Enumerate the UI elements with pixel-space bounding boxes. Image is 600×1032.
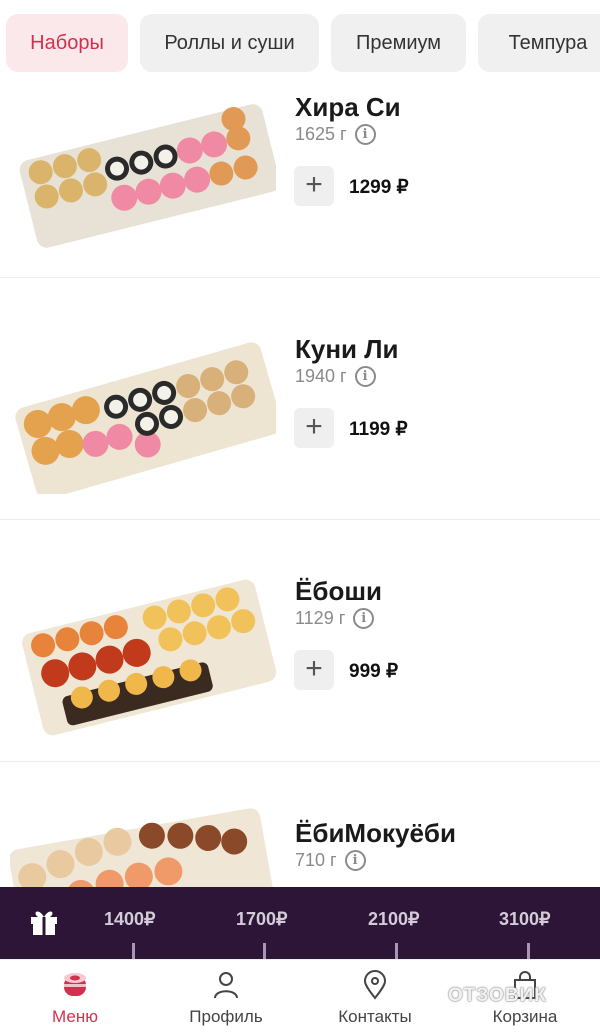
info-icon[interactable]: i — [353, 608, 375, 629]
tab-sets[interactable]: Наборы — [6, 14, 128, 72]
bonus-tick — [395, 943, 398, 959]
info-icon[interactable]: i — [344, 850, 366, 871]
product-list: Хира Си 1625 г i + 1299 ₽ Куни Ли 1940 г… — [0, 36, 600, 1004]
nav-label: Меню — [52, 1007, 98, 1026]
bonus-tick — [132, 943, 135, 959]
nav-label: Профиль — [189, 1007, 263, 1026]
product-price: 1299 ₽ — [349, 177, 409, 198]
tab-premium[interactable]: Премиум — [331, 14, 466, 72]
add-to-cart-button[interactable]: + — [294, 408, 334, 448]
bonus-tier: 1400₽ — [104, 909, 156, 929]
user-icon — [214, 972, 238, 999]
product-image — [22, 579, 276, 736]
product-weight: 1625 г i — [295, 124, 376, 145]
bonus-tick — [527, 943, 530, 959]
sushi-icon — [64, 973, 86, 996]
product-title: Ёбоши — [295, 576, 382, 606]
product-weight: 1940 г i — [295, 366, 376, 387]
product-image — [15, 342, 276, 494]
product-weight-value: 1129 г — [295, 608, 346, 628]
bonus-progress-bar[interactable]: 1400₽ 1700₽ 2100₽ 3100₽ — [0, 887, 600, 959]
nav-profile[interactable]: Профиль — [166, 960, 286, 1032]
product-weight-value: 1940 г — [295, 366, 347, 386]
product-title: ЁбиМокуёби — [295, 818, 456, 848]
product-weight-value: 710 г — [295, 850, 337, 870]
nav-label: Корзина — [492, 1007, 558, 1026]
tab-rolls-and-sushi[interactable]: Роллы и суши — [140, 14, 319, 72]
bonus-tier: 2100₽ — [368, 909, 420, 929]
product-title: Хира Си — [295, 92, 401, 122]
product-image — [19, 104, 276, 248]
category-tabs: Наборы Роллы и суши Премиум Темпура — [0, 0, 600, 88]
product-price: 999 ₽ — [349, 661, 399, 682]
watermark: ОТЗОВИК — [448, 985, 547, 1006]
add-to-cart-button[interactable]: + — [294, 166, 334, 206]
add-to-cart-button[interactable]: + — [294, 650, 334, 690]
nav-menu[interactable]: Меню — [15, 960, 135, 1032]
product-weight: 710 г i — [295, 850, 366, 871]
product-card[interactable]: Куни Ли 1940 г i + 1199 ₽ — [0, 278, 600, 520]
product-card[interactable]: Ёбоши 1129 г i + 999 ₽ — [0, 520, 600, 762]
product-weight: 1129 г i — [295, 608, 375, 629]
location-pin-icon — [363, 970, 387, 1000]
app-screen: Хира Си 1625 г i + 1299 ₽ Куни Ли 1940 г… — [0, 0, 600, 1032]
gift-icon — [31, 911, 57, 935]
nav-contacts[interactable]: Контакты — [315, 960, 435, 1032]
bonus-tier: 3100₽ — [499, 909, 551, 929]
nav-label: Контакты — [338, 1007, 412, 1026]
info-icon[interactable]: i — [354, 366, 376, 387]
bonus-tier: 1700₽ — [236, 909, 288, 929]
tab-tempura[interactable]: Темпура — [478, 14, 600, 72]
bonus-tick — [263, 943, 266, 959]
info-icon[interactable]: i — [354, 124, 376, 145]
product-title: Куни Ли — [295, 334, 399, 364]
product-price: 1199 ₽ — [349, 419, 408, 440]
product-weight-value: 1625 г — [295, 124, 347, 144]
